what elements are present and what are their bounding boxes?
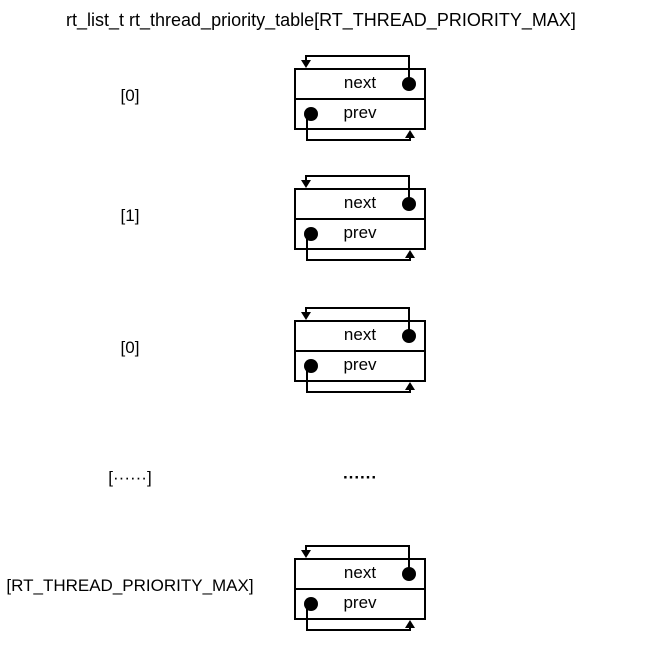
prev-label: prev (296, 355, 424, 375)
pointer-dot-icon (402, 329, 416, 343)
list-node: next prev (294, 68, 426, 130)
index-label: [0] (0, 86, 260, 106)
pointer-dot-icon (402, 197, 416, 211)
list-node: next prev (294, 188, 426, 250)
prev-label: prev (296, 593, 424, 613)
index-label: [RT_THREAD_PRIORITY_MAX] (0, 576, 260, 596)
array-entry-1: [1] next prev (0, 168, 658, 268)
index-label: [······] (0, 468, 260, 488)
next-cell: next (296, 70, 424, 98)
next-cell: next (296, 190, 424, 218)
array-entry-ellipsis: [······] ······ (0, 430, 658, 530)
declaration-title: rt_list_t rt_thread_priority_table[RT_TH… (66, 10, 576, 31)
array-entry-0: [0] next prev (0, 48, 658, 148)
pointer-dot-icon (402, 567, 416, 581)
next-cell: next (296, 560, 424, 588)
ellipsis-label: ······ (280, 468, 440, 488)
array-entry-2: [0] next prev (0, 300, 658, 400)
prev-cell: prev (296, 98, 424, 128)
list-node: next prev (294, 558, 426, 620)
pointer-dot-icon (402, 77, 416, 91)
next-cell: next (296, 322, 424, 350)
index-label: [0] (0, 338, 260, 358)
prev-cell: prev (296, 350, 424, 380)
array-entry-max: [RT_THREAD_PRIORITY_MAX] next prev (0, 538, 658, 638)
prev-cell: prev (296, 218, 424, 248)
prev-cell: prev (296, 588, 424, 618)
list-node: next prev (294, 320, 426, 382)
index-label: [1] (0, 206, 260, 226)
prev-label: prev (296, 103, 424, 123)
prev-label: prev (296, 223, 424, 243)
